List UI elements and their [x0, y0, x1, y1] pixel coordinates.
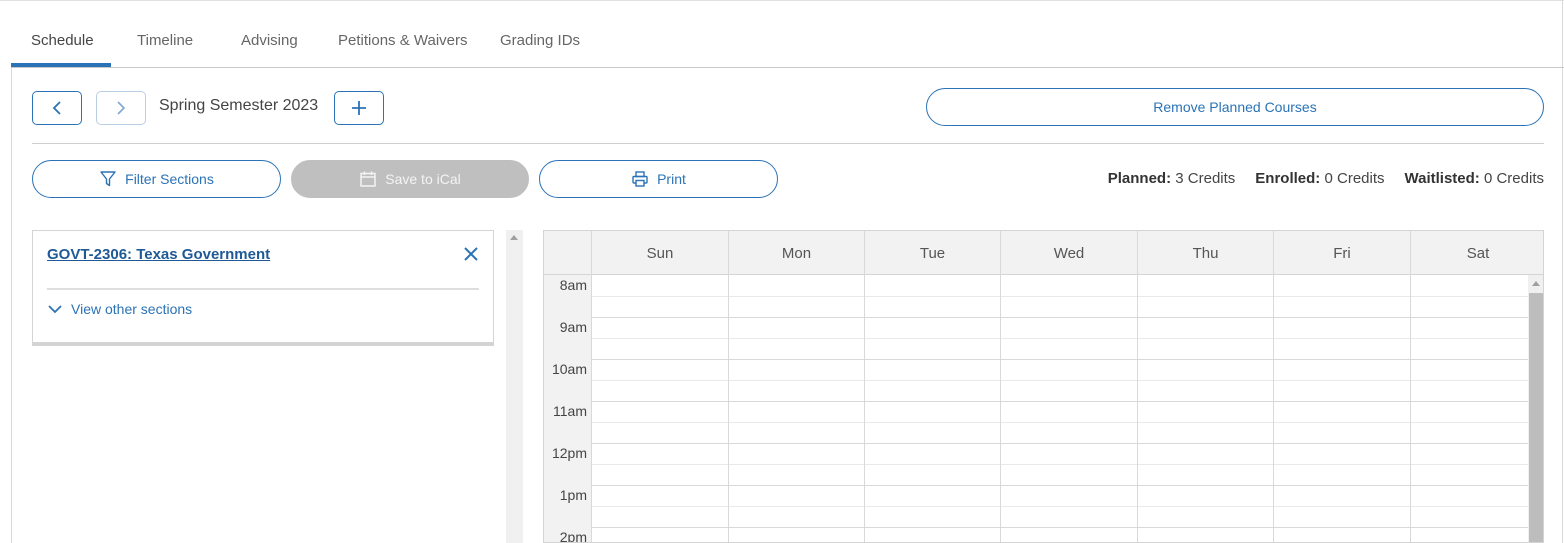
- day-header-mon: Mon: [728, 231, 864, 275]
- time-label: 1pm: [559, 487, 587, 503]
- hour-line: [591, 464, 1528, 465]
- scrollbar-thumb[interactable]: [1529, 293, 1543, 542]
- filter-icon: [100, 171, 116, 187]
- time-label: 12pm: [551, 445, 587, 461]
- tab-timeline[interactable]: Timeline: [137, 32, 193, 49]
- day-header-fri: Fri: [1273, 231, 1410, 275]
- day-header-wed: Wed: [1000, 231, 1137, 275]
- half-hour-line: [591, 401, 1528, 402]
- half-hour-line: [591, 443, 1528, 444]
- grid-column-line: [1273, 231, 1274, 542]
- previous-term-button[interactable]: [32, 91, 82, 125]
- credits-summary: Planned: 3 Credits Enrolled: 0 Credits W…: [1108, 170, 1544, 187]
- day-header-tue: Tue: [864, 231, 1000, 275]
- plus-icon: [352, 101, 366, 115]
- remove-planned-courses-label: Remove Planned Courses: [1153, 99, 1317, 115]
- hour-line: [591, 422, 1528, 423]
- grid-column-line: [1000, 231, 1001, 542]
- hour-line: [591, 296, 1528, 297]
- print-button[interactable]: Print: [539, 160, 778, 198]
- active-tab-indicator: [11, 63, 111, 67]
- grid-column-line: [728, 231, 729, 542]
- view-other-sections-label: View other sections: [71, 301, 193, 317]
- filter-sections-label: Filter Sections: [125, 171, 214, 187]
- term-label: Spring Semester 2023: [159, 97, 319, 114]
- course-title-link[interactable]: GOVT-2306: Texas Government: [47, 246, 270, 263]
- grid-column-line: [864, 231, 865, 542]
- day-header-sun: Sun: [591, 231, 728, 275]
- card-divider: [47, 288, 479, 290]
- time-label: 8am: [559, 277, 587, 293]
- calendar-scrollbar[interactable]: [1528, 275, 1543, 542]
- day-header-sat: Sat: [1410, 231, 1543, 275]
- half-hour-line: [591, 359, 1528, 360]
- view-other-sections-toggle[interactable]: View other sections: [47, 301, 192, 317]
- tab-advising[interactable]: Advising: [241, 32, 298, 49]
- grid-column-line: [591, 231, 592, 542]
- save-to-ical-label: Save to iCal: [385, 171, 461, 187]
- save-to-ical-button[interactable]: Save to iCal: [291, 160, 529, 198]
- course-list-scrollbar[interactable]: [506, 230, 523, 543]
- next-term-button[interactable]: [96, 91, 146, 125]
- close-icon[interactable]: [463, 246, 479, 262]
- waitlisted-credits: Waitlisted: 0 Credits: [1404, 170, 1544, 187]
- time-label: 10am: [551, 361, 587, 377]
- calendar-header: Sun Mon Tue Wed Thu Fri Sat: [544, 231, 1543, 275]
- half-hour-line: [591, 317, 1528, 318]
- hour-line: [591, 506, 1528, 507]
- week-calendar: Sun Mon Tue Wed Thu Fri Sat 8am 9am 10am…: [543, 230, 1544, 543]
- planned-credits: Planned: 3 Credits: [1107, 170, 1236, 187]
- enrolled-credits: Enrolled: 0 Credits: [1255, 170, 1385, 187]
- grid-column-line: [1137, 231, 1138, 542]
- hour-line: [591, 338, 1528, 339]
- calendar-icon: [360, 171, 376, 187]
- time-column: 8am 9am 10am 11am 12pm 1pm 2pm: [544, 275, 591, 543]
- tab-bar: Schedule Timeline Advising Petitions & W…: [11, 18, 1564, 68]
- content-right-border: [1562, 0, 1563, 543]
- top-border: [0, 0, 1564, 1]
- content-left-border: [11, 67, 12, 543]
- print-label: Print: [657, 171, 686, 187]
- chevron-down-icon: [48, 305, 62, 314]
- time-label: 2pm: [559, 529, 587, 543]
- tab-schedule[interactable]: Schedule: [31, 32, 94, 49]
- course-card: GOVT-2306: Texas Government View other s…: [32, 230, 494, 346]
- scroll-up-arrow-icon[interactable]: [510, 235, 518, 240]
- grid-column-line: [1410, 231, 1411, 542]
- filter-sections-button[interactable]: Filter Sections: [32, 160, 281, 198]
- chevron-right-icon: [117, 101, 126, 115]
- half-hour-line: [591, 527, 1528, 528]
- remove-planned-courses-button[interactable]: Remove Planned Courses: [926, 88, 1544, 126]
- printer-icon: [632, 171, 648, 187]
- time-label: 9am: [559, 319, 587, 335]
- day-header-thu: Thu: [1137, 231, 1273, 275]
- time-label: 11am: [553, 403, 587, 419]
- add-term-button[interactable]: [334, 91, 384, 125]
- half-hour-line: [591, 485, 1528, 486]
- hour-line: [591, 380, 1528, 381]
- tab-grading-ids[interactable]: Grading IDs: [500, 32, 580, 49]
- section-divider: [32, 143, 1544, 144]
- chevron-left-icon: [52, 101, 61, 115]
- tab-petitions-waivers[interactable]: Petitions & Waivers: [338, 32, 468, 49]
- scroll-up-arrow-icon[interactable]: [1532, 281, 1540, 286]
